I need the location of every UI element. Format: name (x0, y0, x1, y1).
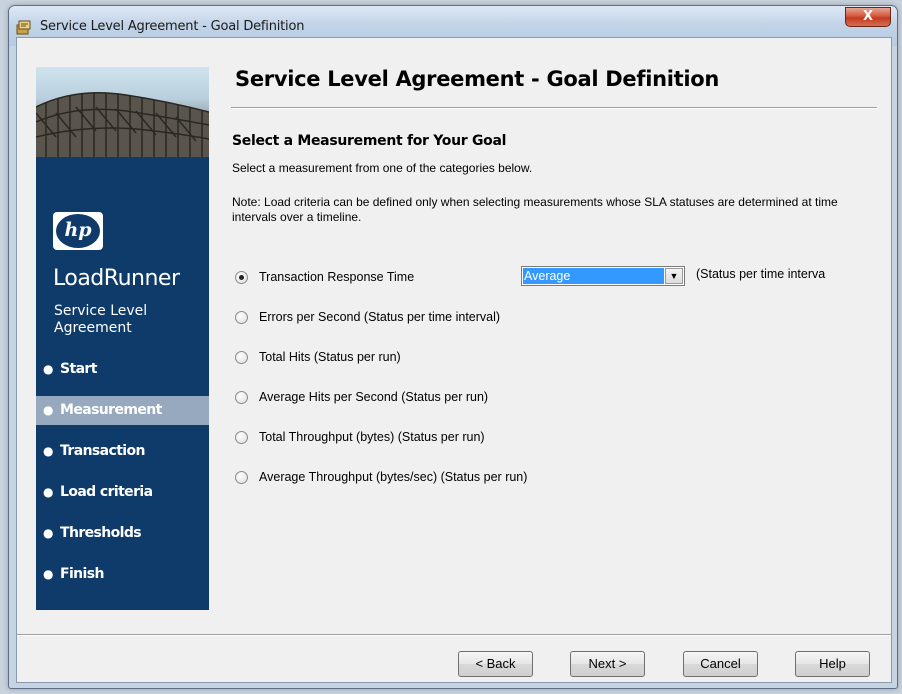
wizard-sidebar: hp LoadRunner Service Level Agreement St… (36, 67, 209, 610)
close-icon: X (862, 9, 874, 24)
app-icon (16, 20, 31, 35)
step-thresholds: Thresholds (36, 519, 209, 548)
option-transaction-response-time[interactable]: Transaction Response Time (235, 268, 414, 286)
banner-image (36, 67, 209, 157)
back-button[interactable]: < Back (458, 651, 533, 677)
aggregation-select[interactable]: Average ▼ (521, 266, 685, 286)
dialog-body: hp LoadRunner Service Level Agreement St… (16, 37, 892, 683)
radio-average-throughput[interactable] (235, 470, 248, 484)
wizard-steps: Start Measurement Transaction Load crite… (36, 355, 209, 601)
option-label: Average Throughput (bytes/sec) (Status p… (259, 470, 528, 484)
option-errors-per-second[interactable]: Errors per Second (Status per time inter… (235, 308, 500, 326)
product-subtitle: Service Level Agreement (54, 303, 148, 336)
footer-divider (17, 634, 891, 636)
section-title: Select a Measurement for Your Goal (232, 133, 507, 149)
option-average-hits-per-second[interactable]: Average Hits per Second (Status per run) (235, 388, 488, 406)
chevron-down-icon[interactable]: ▼ (665, 268, 683, 284)
option-label: Transaction Response Time (259, 270, 415, 284)
next-button[interactable]: Next > (570, 651, 645, 677)
radio-total-throughput[interactable] (235, 430, 248, 444)
cancel-button[interactable]: Cancel (683, 651, 758, 677)
radio-transaction-response-time[interactable] (235, 270, 248, 284)
option-average-throughput[interactable]: Average Throughput (bytes/sec) (Status p… (235, 468, 527, 486)
step-transaction: Transaction (36, 437, 209, 466)
close-button[interactable]: X (845, 7, 891, 27)
option-label: Total Throughput (bytes) (Status per run… (259, 430, 485, 444)
option-total-hits[interactable]: Total Hits (Status per run) (235, 348, 401, 366)
radio-average-hits-per-second[interactable] (235, 390, 248, 404)
hp-logo: hp (53, 212, 103, 250)
option-label: Errors per Second (Status per time inter… (259, 310, 501, 324)
description-text: Select a measurement from one of the cat… (232, 161, 533, 175)
radio-errors-per-second[interactable] (235, 310, 248, 324)
window-title: Service Level Agreement - Goal Definitio… (40, 19, 305, 34)
option-label: Average Hits per Second (Status per run) (259, 390, 489, 404)
note-text: Note: Load criteria can be defined only … (232, 195, 838, 224)
aggregation-select-value: Average (523, 268, 664, 284)
option-total-throughput[interactable]: Total Throughput (bytes) (Status per run… (235, 428, 485, 446)
product-name: LoadRunner (53, 266, 180, 291)
page-title: Service Level Agreement - Goal Definitio… (235, 67, 720, 91)
option-label: Total Hits (Status per run) (259, 350, 401, 364)
radio-total-hits[interactable] (235, 350, 248, 364)
step-load-criteria: Load criteria (36, 478, 209, 507)
aggregation-hint: (Status per time interva (696, 267, 826, 281)
dialog-window: Service Level Agreement - Goal Definitio… (8, 5, 898, 689)
step-finish: Finish (36, 560, 209, 589)
step-start: Start (36, 355, 209, 384)
header-divider (231, 107, 877, 109)
step-measurement: Measurement (36, 396, 209, 425)
help-button[interactable]: Help (795, 651, 870, 677)
